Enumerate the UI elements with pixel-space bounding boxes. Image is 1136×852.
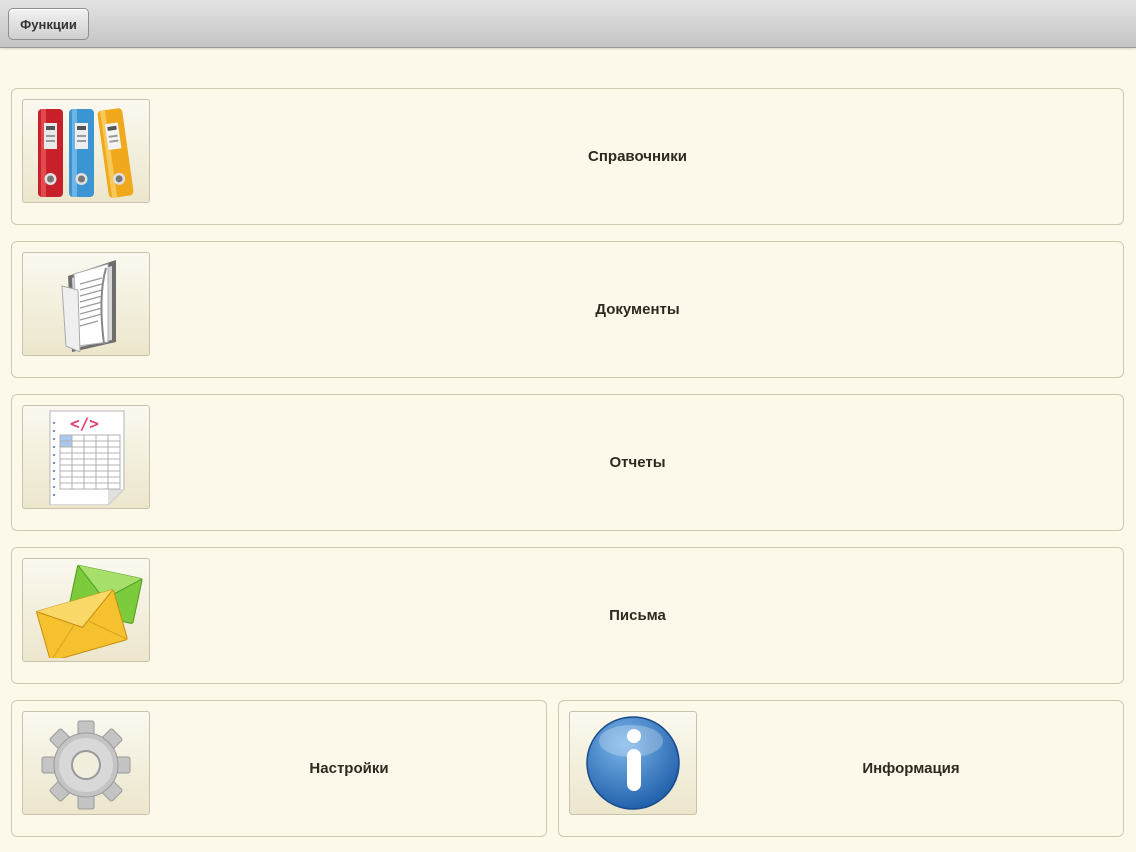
tile-information[interactable]: Информация (558, 700, 1124, 837)
tile-label: Настройки (309, 760, 389, 777)
info-icon (569, 711, 697, 815)
gear-icon (22, 711, 150, 815)
functions-button[interactable]: Функции (8, 8, 89, 40)
report-spreadsheet-icon: </> (22, 405, 150, 509)
tile-label: Информация (862, 760, 960, 777)
tile-label: Отчеты (609, 454, 666, 471)
tile-label: Документы (595, 301, 680, 318)
svg-text:</>: </> (70, 414, 99, 433)
tile-settings[interactable]: Настройки (11, 700, 547, 837)
tile-label: Письма (609, 607, 666, 624)
top-toolbar: Функции (0, 0, 1136, 48)
tile-documents[interactable]: Документы (11, 241, 1124, 378)
documents-folder-icon (22, 252, 150, 356)
tile-directories[interactable]: Справочники (11, 88, 1124, 225)
tile-letters[interactable]: Письма (11, 547, 1124, 684)
tile-label: Справочники (588, 148, 687, 165)
envelopes-icon (22, 558, 150, 662)
tile-reports[interactable]: </> Отчеты (11, 394, 1124, 531)
folders-icon (22, 99, 150, 203)
